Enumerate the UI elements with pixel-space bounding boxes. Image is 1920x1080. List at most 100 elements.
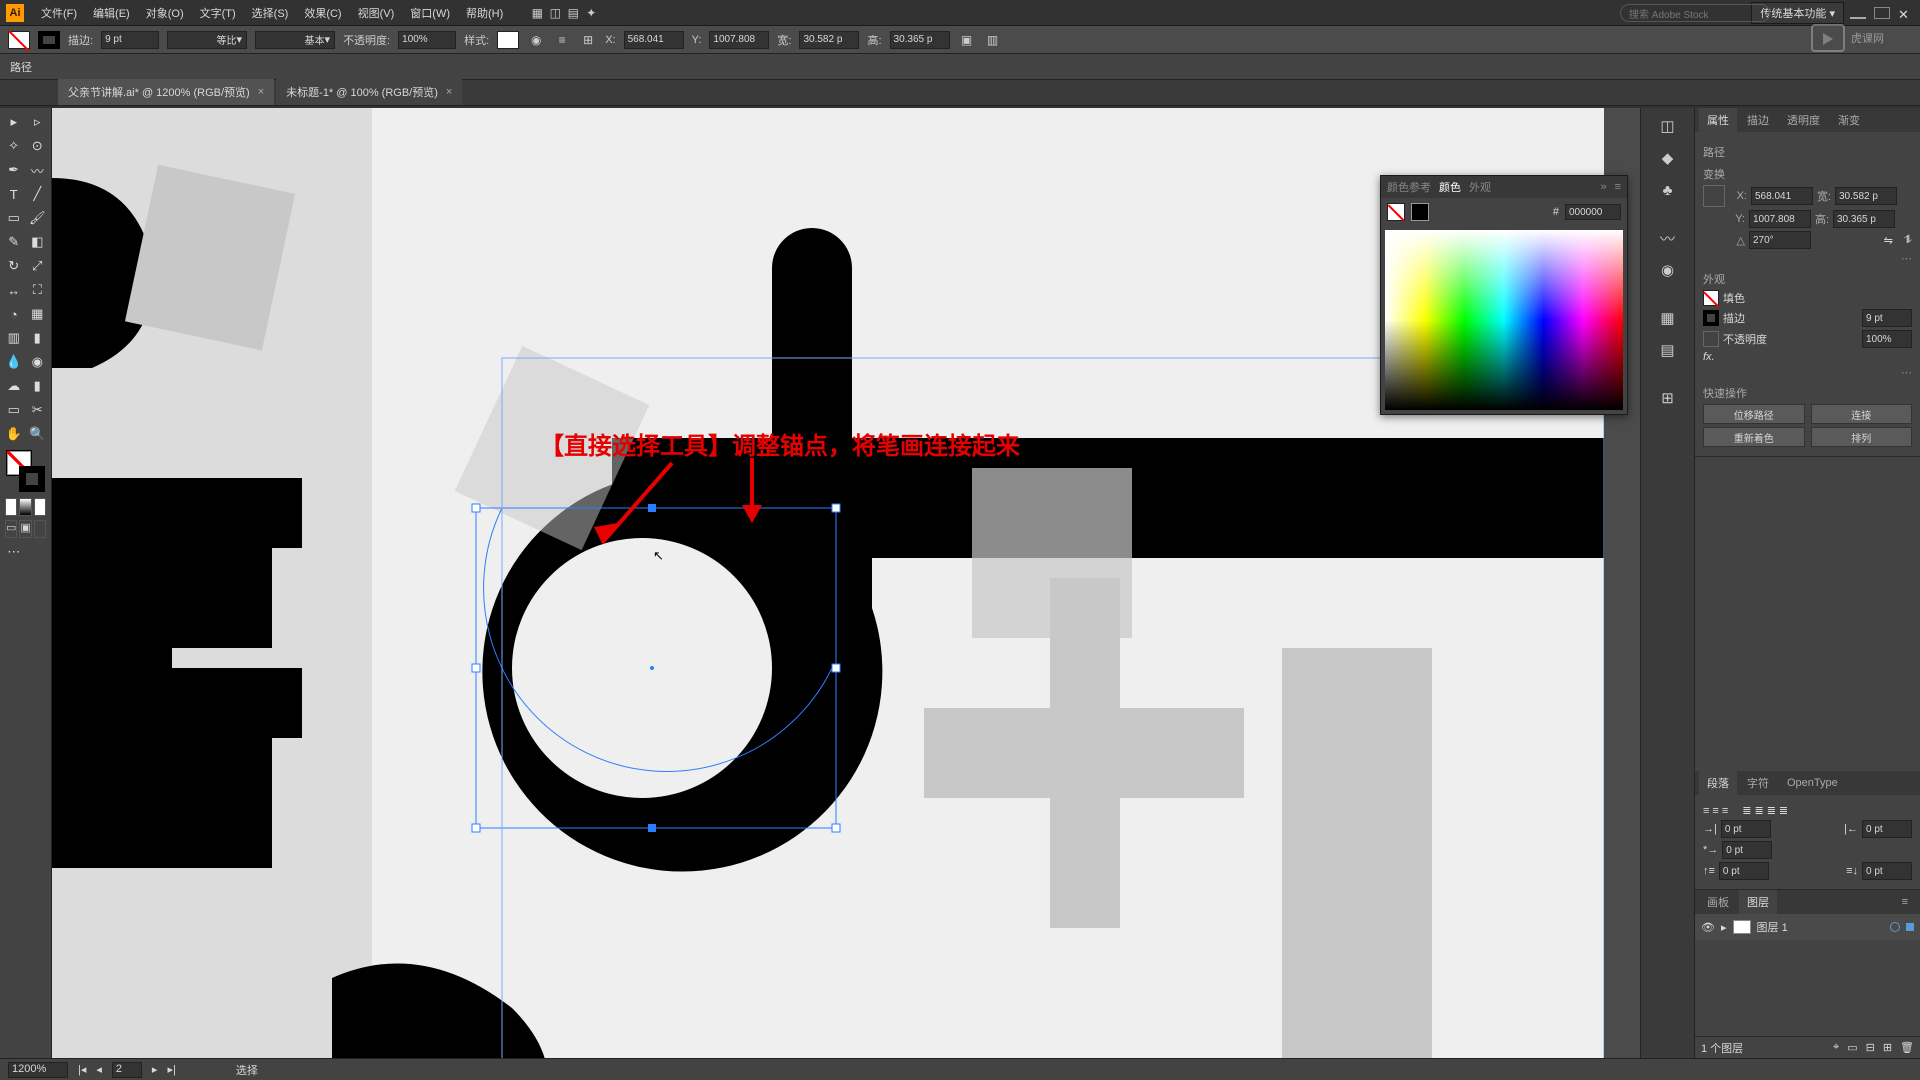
x-field[interactable]: 568.041 bbox=[624, 31, 684, 49]
perspective-tool[interactable]: ▦ bbox=[26, 302, 50, 326]
y-field[interactable]: 1007.808 bbox=[709, 31, 769, 49]
menu-object[interactable]: 对象(O) bbox=[139, 2, 191, 24]
panel-menu-icon[interactable]: ≡ bbox=[1894, 892, 1916, 912]
tab-opentype[interactable]: OpenType bbox=[1779, 773, 1846, 793]
indent-right[interactable]: 0 pt bbox=[1862, 820, 1912, 838]
nav-first-icon[interactable]: |◂ bbox=[78, 1063, 86, 1076]
fill-stroke-box[interactable] bbox=[4, 450, 47, 492]
panel-icon-swatches[interactable]: ♣ bbox=[1651, 176, 1685, 204]
delete-layer-icon[interactable]: 🗑 bbox=[1900, 1041, 1914, 1054]
justify-all-icon[interactable]: ≣ bbox=[1779, 804, 1788, 817]
type-tool[interactable]: T bbox=[2, 182, 26, 206]
colorpanel-fill[interactable] bbox=[1387, 203, 1405, 221]
prop-fill-swatch[interactable] bbox=[1703, 290, 1719, 306]
close-tab-icon[interactable]: × bbox=[446, 86, 452, 98]
align-left-icon[interactable]: ≡ bbox=[1703, 805, 1709, 817]
gradient-tool[interactable]: ▮ bbox=[26, 326, 50, 350]
free-transform-tool[interactable]: ⛶ bbox=[26, 278, 50, 302]
menu-edit[interactable]: 编辑(E) bbox=[86, 2, 137, 24]
normal-screen[interactable]: ▭ bbox=[5, 520, 17, 538]
more-options-icon[interactable]: ⋯ bbox=[1703, 252, 1912, 265]
ctab-appearance[interactable]: 外观 bbox=[1469, 179, 1491, 195]
search-input[interactable]: 搜索 Adobe Stock bbox=[1620, 4, 1770, 22]
edit-toolbar[interactable]: ⋯ bbox=[2, 540, 26, 564]
magic-wand-tool[interactable]: ✧ bbox=[2, 134, 26, 158]
zoom-tool[interactable]: 🔍 bbox=[26, 422, 50, 446]
minimize-button[interactable] bbox=[1850, 7, 1866, 19]
prop-stroke-weight[interactable]: 9 pt bbox=[1862, 309, 1912, 327]
prop-opacity[interactable]: 100% bbox=[1862, 330, 1912, 348]
btn-recolor[interactable]: 重新着色 bbox=[1703, 427, 1805, 447]
lasso-tool[interactable]: ⊙ bbox=[26, 134, 50, 158]
prop-stroke-swatch[interactable] bbox=[1703, 310, 1719, 326]
stroke-profile[interactable]: 等比 ▾ bbox=[167, 31, 247, 49]
rotate-tool[interactable]: ↻ bbox=[2, 254, 26, 278]
more-options-icon[interactable]: ⋯ bbox=[1703, 366, 1912, 379]
arrange-icon[interactable]: ◫ bbox=[546, 4, 564, 22]
nav-next-icon[interactable]: ▸ bbox=[152, 1063, 158, 1076]
maximize-button[interactable] bbox=[1874, 7, 1890, 19]
tab-transparency[interactable]: 透明度 bbox=[1779, 108, 1828, 132]
ctab-guide[interactable]: 颜色参考 bbox=[1387, 179, 1431, 195]
stroke-box[interactable] bbox=[19, 466, 45, 492]
doc-tab-1[interactable]: 父亲节讲解.ai* @ 1200% (RGB/预览)× bbox=[58, 79, 274, 105]
isolate-icon[interactable]: ▣ bbox=[958, 31, 976, 49]
space-before[interactable]: 0 pt bbox=[1719, 862, 1769, 880]
prop-h[interactable]: 30.365 p bbox=[1833, 210, 1895, 228]
curvature-tool[interactable]: 〰 bbox=[26, 158, 50, 182]
btn-arrange[interactable]: 排列 bbox=[1811, 427, 1913, 447]
full-screen[interactable]: ▣ bbox=[19, 520, 31, 538]
menu-type[interactable]: 文字(T) bbox=[193, 2, 243, 24]
prop-w[interactable]: 30.582 p bbox=[1835, 187, 1897, 205]
mesh-tool[interactable]: ▥ bbox=[2, 326, 26, 350]
flip-h-icon[interactable]: ⇋ bbox=[1884, 234, 1893, 247]
close-button[interactable]: ✕ bbox=[1898, 7, 1914, 19]
zoom-field[interactable]: 1200% bbox=[8, 1062, 68, 1078]
opacity-field[interactable]: 100% bbox=[398, 31, 456, 49]
ref-point[interactable] bbox=[1703, 185, 1725, 207]
panel-icon-brushes[interactable]: 〰 bbox=[1651, 224, 1685, 252]
recolor-icon[interactable]: ◉ bbox=[527, 31, 545, 49]
shape-builder-tool[interactable]: ◔ bbox=[2, 302, 26, 326]
artboard-nav[interactable]: 2 bbox=[112, 1062, 142, 1078]
width-tool[interactable]: ↔ bbox=[2, 278, 26, 302]
rect-tool[interactable]: ▭ bbox=[2, 206, 26, 230]
new-layer-icon[interactable]: ⊞ bbox=[1883, 1041, 1892, 1054]
tab-stroke[interactable]: 描边 bbox=[1739, 108, 1777, 132]
panel-icon-libraries[interactable]: ◫ bbox=[1651, 112, 1685, 140]
fill-swatch[interactable] bbox=[8, 31, 30, 49]
color-panel-float[interactable]: 颜色参考 颜色 外观 »≡ #000000 bbox=[1380, 175, 1628, 415]
direct-select-tool[interactable]: ▹ bbox=[26, 110, 50, 134]
panel-menu-icon[interactable]: ≡ bbox=[1615, 181, 1621, 193]
new-sublayer-icon[interactable]: ⊟ bbox=[1866, 1041, 1875, 1054]
stroke-swatch[interactable] bbox=[38, 31, 60, 49]
align-right-icon[interactable]: ≡ bbox=[1722, 805, 1728, 817]
shaper-tool[interactable]: ✎ bbox=[2, 230, 26, 254]
blend-tool[interactable]: ◉ bbox=[26, 350, 50, 374]
menu-help[interactable]: 帮助(H) bbox=[459, 2, 510, 24]
prop-angle[interactable]: 270° bbox=[1749, 231, 1811, 249]
panel-icon-color[interactable]: ◆ bbox=[1651, 144, 1685, 172]
tab-artboards[interactable]: 画板 bbox=[1699, 890, 1737, 914]
eyedropper-tool[interactable]: 💧 bbox=[2, 350, 26, 374]
tab-gradient[interactable]: 渐变 bbox=[1830, 108, 1868, 132]
brush-tool[interactable]: 🖌 bbox=[26, 206, 50, 230]
hand-tool[interactable]: ✋ bbox=[2, 422, 26, 446]
nav-prev-icon[interactable]: ◂ bbox=[96, 1063, 102, 1076]
align-icon[interactable]: ≡ bbox=[553, 31, 571, 49]
none-mode[interactable] bbox=[34, 498, 46, 516]
menu-view[interactable]: 视图(V) bbox=[351, 2, 402, 24]
close-tab-icon[interactable]: × bbox=[258, 86, 264, 98]
visibility-icon[interactable]: 👁 bbox=[1701, 921, 1715, 934]
slice-tool[interactable]: ✂ bbox=[26, 398, 50, 422]
bridge-icon[interactable]: ▦ bbox=[528, 4, 546, 22]
colorpanel-stroke[interactable] bbox=[1411, 203, 1429, 221]
locate-icon[interactable]: ⌖ bbox=[1833, 1041, 1839, 1054]
layout-icon[interactable]: ▤ bbox=[564, 4, 582, 22]
gradient-mode[interactable] bbox=[19, 498, 31, 516]
edit-icon[interactable]: ▥ bbox=[984, 31, 1002, 49]
color-mode[interactable] bbox=[5, 498, 17, 516]
menu-effect[interactable]: 效果(C) bbox=[297, 2, 348, 24]
scale-tool[interactable]: ⤢ bbox=[26, 254, 50, 278]
justify-left-icon[interactable]: ≣ bbox=[1742, 804, 1751, 817]
